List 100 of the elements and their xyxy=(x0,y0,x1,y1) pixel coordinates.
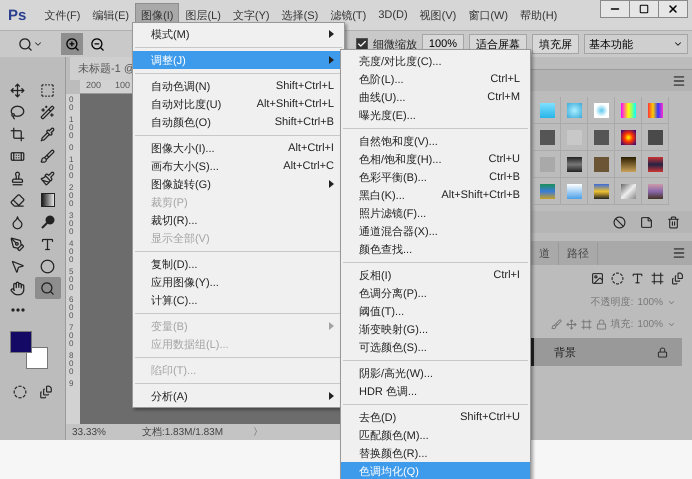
menu-item[interactable]: 阈值(T)... xyxy=(341,302,530,320)
menu-bar-item[interactable]: 帮助(H) xyxy=(514,2,564,28)
style-swatch[interactable] xyxy=(648,184,662,198)
paintbrush-icon xyxy=(40,170,55,186)
pen-icon xyxy=(10,236,25,252)
style-swatch[interactable] xyxy=(620,102,636,118)
menu-item[interactable]: 通道混合器(X)... xyxy=(341,222,530,240)
menu-item[interactable]: 图像旋转(G) xyxy=(133,175,344,193)
menu-item[interactable]: 色相/饱和度(H)... Ctrl+U xyxy=(341,150,530,168)
style-swatch[interactable] xyxy=(540,184,554,198)
menu-item[interactable]: HDR 色调... xyxy=(341,382,530,400)
menu-bar-item[interactable]: 滤镜(T) xyxy=(324,2,372,28)
ruler-label: 100 xyxy=(115,80,130,92)
style-swatch[interactable] xyxy=(648,130,662,144)
menu-item[interactable]: 自动色调(N) Shift+Ctrl+L xyxy=(133,77,344,95)
menu-item[interactable]: 图像大小(I)... Alt+Ctrl+I xyxy=(133,139,344,157)
hand-icon xyxy=(10,280,25,296)
menu-bar-item[interactable]: 视图(V) xyxy=(414,2,462,28)
menu-item[interactable]: 模式(M) xyxy=(133,25,344,43)
style-swatch[interactable] xyxy=(540,130,554,144)
option-button[interactable]: 填充屏 xyxy=(532,34,579,54)
menu-bar-item[interactable]: 编辑(E) xyxy=(86,2,136,28)
menu-item[interactable]: 复制(D)... xyxy=(133,255,344,273)
menu-item[interactable]: 照片滤镜(F)... xyxy=(341,204,530,222)
background-color-swatch[interactable] xyxy=(26,347,48,369)
document-info: 文档:1.83M/1.83M xyxy=(140,426,224,439)
zoom-in-icon xyxy=(64,36,80,52)
close-button[interactable] xyxy=(658,0,688,18)
menu-item[interactable]: 匹配颜色(M)... xyxy=(341,426,530,444)
menu-bar-item[interactable]: 文件(F) xyxy=(38,2,86,28)
style-swatch[interactable] xyxy=(594,156,608,172)
type-icon[interactable] xyxy=(631,272,644,284)
style-swatch[interactable] xyxy=(566,184,582,198)
submenu-arrow-icon xyxy=(329,392,334,400)
zoom-icon[interactable] xyxy=(18,36,33,52)
menu-bar-item[interactable]: 3D(D) xyxy=(372,4,414,26)
menu-icon[interactable] xyxy=(672,74,686,88)
menu-icon[interactable] xyxy=(672,246,686,260)
checkbox[interactable] xyxy=(356,38,368,50)
check-icon xyxy=(356,39,367,49)
menu-item[interactable]: 计算(C)... xyxy=(133,291,344,309)
minimize-button[interactable] xyxy=(600,0,630,18)
menu-item[interactable]: 去色(D) Shift+Ctrl+U xyxy=(341,408,530,426)
menu-item[interactable]: 颜色查找... xyxy=(341,240,530,258)
style-swatch[interactable] xyxy=(620,184,636,198)
layer-row[interactable]: 背景 xyxy=(531,338,682,366)
style-swatch[interactable] xyxy=(566,156,582,172)
new-style-icon[interactable] xyxy=(640,216,653,228)
style-swatch[interactable] xyxy=(648,156,662,172)
menu-item[interactable]: 裁切(R)... xyxy=(133,211,344,229)
menu-item[interactable]: 阴影/高光(W)... xyxy=(341,364,530,382)
style-swatch[interactable] xyxy=(594,130,608,144)
menu-item[interactable]: 色彩平衡(B)... Ctrl+B xyxy=(341,168,530,186)
menu-item[interactable]: 分析(A) xyxy=(133,387,344,405)
menu-item[interactable]: 替换颜色(R)... xyxy=(341,444,530,462)
tool-button[interactable] xyxy=(34,277,60,299)
ruler-label: 0 xyxy=(68,144,74,152)
ellipse-icon xyxy=(40,258,55,274)
menu-item[interactable]: 色调分离(P)... xyxy=(341,284,530,302)
menu-item[interactable]: 亮度/对比度(C)... xyxy=(341,52,530,70)
ruler-label: 9 xyxy=(68,380,74,388)
opacity-label: 不透明度: xyxy=(590,296,634,309)
menu-item[interactable]: 画布大小(S)... Alt+Ctrl+C xyxy=(133,157,344,175)
menu-item[interactable]: 色阶(L)... Ctrl+L xyxy=(341,70,530,88)
ruler-label: 700 xyxy=(68,324,74,348)
image-icon[interactable] xyxy=(591,272,604,284)
style-swatch[interactable] xyxy=(594,184,608,198)
menu-item[interactable]: 可选颜色(S)... xyxy=(341,338,530,356)
menu-item[interactable]: 曝光度(E)... xyxy=(341,106,530,124)
zoom-level: 33.33% xyxy=(71,426,107,438)
zoom-in-button[interactable] xyxy=(61,33,83,55)
menu-item[interactable]: 自动对比度(U) Alt+Shift+Ctrl+L xyxy=(133,95,344,113)
droplet-icon xyxy=(10,214,25,230)
menu-item[interactable]: 自然饱和度(V)... xyxy=(341,132,530,150)
menu-item[interactable]: 渐变映射(G)... xyxy=(341,320,530,338)
style-swatch[interactable] xyxy=(566,102,582,118)
style-swatch[interactable] xyxy=(620,130,636,144)
foreground-color-swatch[interactable] xyxy=(10,331,32,353)
panel-tab[interactable]: 路径 xyxy=(559,242,598,264)
more-icon xyxy=(10,308,24,312)
menu-item[interactable]: 自动颜色(O) Shift+Ctrl+B xyxy=(133,113,344,131)
maximize-button[interactable] xyxy=(629,0,659,18)
style-swatch[interactable] xyxy=(648,102,662,118)
magic-wand-icon xyxy=(40,104,55,120)
layer-name: 背景 xyxy=(554,346,576,360)
menu-bar-item[interactable]: 窗口(W) xyxy=(462,2,514,28)
no-sign-icon[interactable] xyxy=(613,216,626,228)
brush-icon xyxy=(40,148,55,164)
menu-item[interactable]: 反相(I) Ctrl+I xyxy=(341,266,530,284)
menu-item[interactable]: 曲线(U)... Ctrl+M xyxy=(341,88,530,106)
status-arrow[interactable]: 〉 xyxy=(247,425,270,439)
style-swatch[interactable] xyxy=(540,102,554,118)
menu-item[interactable]: 黑白(K)... Alt+Shift+Ctrl+B xyxy=(341,186,530,204)
close-icon xyxy=(667,3,679,15)
workspace-dropdown[interactable]: 基本功能 xyxy=(584,34,688,54)
trash-icon[interactable] xyxy=(667,216,680,228)
style-swatch[interactable] xyxy=(620,156,636,172)
zoom-icon xyxy=(40,280,55,296)
style-swatch[interactable] xyxy=(594,102,608,118)
menu-item[interactable]: 应用图像(Y)... xyxy=(133,273,344,291)
